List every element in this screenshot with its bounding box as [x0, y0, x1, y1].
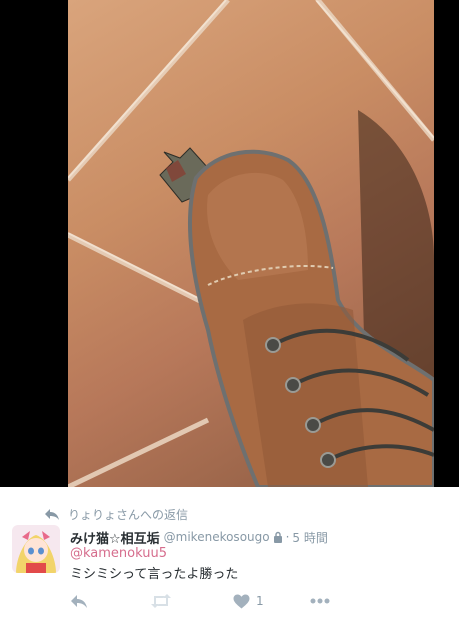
more-dots-icon — [310, 598, 330, 604]
tweet-text: ミシミシって言ったよ勝った — [70, 567, 239, 582]
tweet-header: みけ猫☆相互垢 @mikenekosougo · 5 時間 — [70, 527, 328, 547]
user-handle[interactable]: @mikenekosougo — [164, 530, 270, 544]
lock-icon — [273, 531, 282, 543]
like-button[interactable]: 1 — [233, 591, 264, 611]
like-count: 1 — [256, 594, 264, 608]
reply-icon — [71, 595, 87, 608]
mention-link[interactable]: @kamenokuu5 — [70, 546, 167, 561]
reply-context-text: りょりょさんへの返信 — [68, 507, 189, 522]
separator-dot: · — [285, 530, 290, 544]
heart-icon — [233, 594, 250, 608]
reply-context[interactable]: りょりょさんへの返信 — [44, 505, 188, 523]
avatar[interactable] — [12, 525, 60, 573]
avatar-image — [12, 525, 60, 573]
timestamp[interactable]: 5 時間 — [292, 529, 327, 546]
more-button[interactable] — [310, 591, 330, 611]
tweet-media[interactable] — [0, 0, 459, 487]
tweet-actions: 1 — [0, 591, 459, 611]
photo-scene — [68, 0, 434, 487]
display-name[interactable]: みけ猫☆相互垢 — [70, 528, 160, 547]
retweet-button[interactable] — [150, 591, 172, 611]
tweet-photo[interactable] — [68, 0, 434, 487]
tweet: りょりょさんへの返信 みけ猫☆相互垢 @mikenekosougo · 5 時間… — [0, 487, 459, 621]
retweet-icon — [151, 594, 171, 608]
reply-arrow-icon — [45, 509, 59, 520]
reply-button[interactable] — [70, 591, 88, 611]
